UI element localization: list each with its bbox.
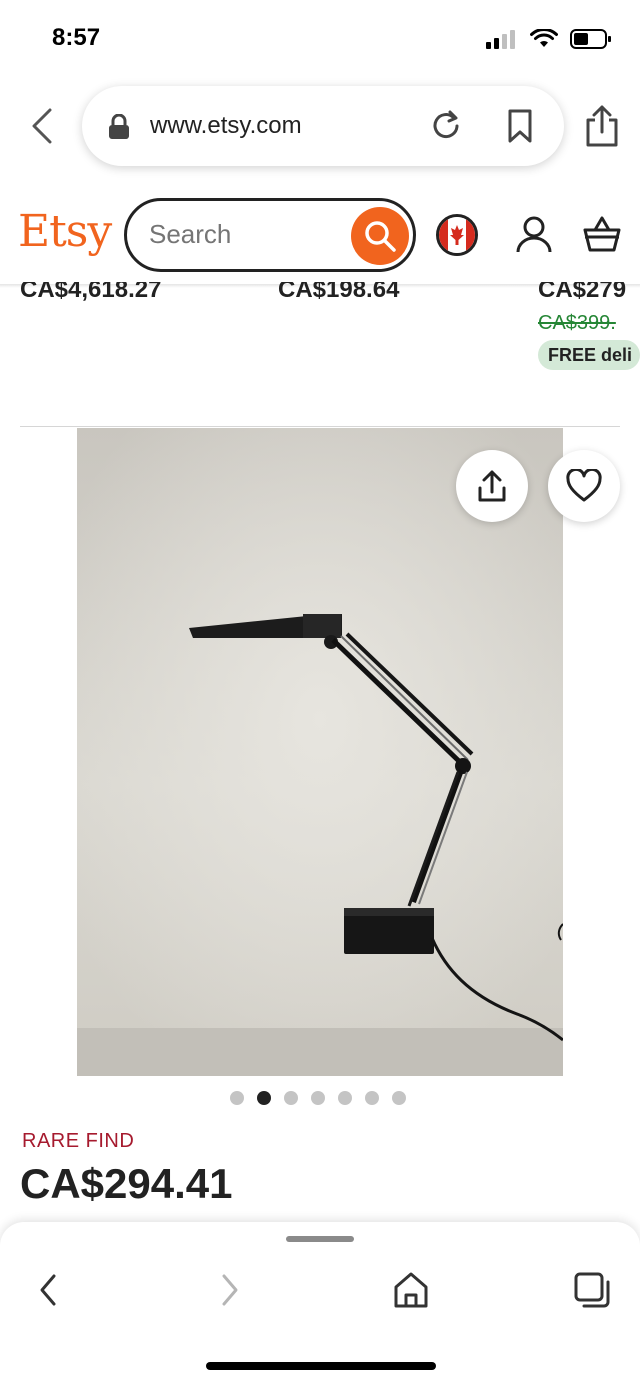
carousel-dots [230,1091,406,1105]
listing-price: CA$294.41 [20,1160,233,1207]
rare-find-label: RARE FIND [22,1130,135,1152]
share-icon[interactable] [584,104,620,148]
prev-listing-price[interactable]: CA$4,618.27 [20,282,260,304]
home-icon[interactable] [392,1270,430,1310]
divider [20,426,620,427]
carousel-dot[interactable] [365,1091,379,1105]
home-indicator [206,1362,436,1370]
wifi-icon [530,29,558,47]
cart-icon[interactable] [582,214,622,254]
carousel-dot[interactable] [392,1091,406,1105]
search-input[interactable] [149,219,339,250]
status-time: 8:57 [52,24,101,51]
product-image[interactable] [77,428,563,1076]
canada-flag-icon [439,217,475,253]
carousel-dot[interactable] [338,1091,352,1105]
share-listing-button[interactable] [456,450,528,522]
prev-listing-price[interactable]: CA$198.64 [278,282,518,304]
carousel-dot[interactable] [230,1091,244,1105]
back-icon[interactable] [32,1270,64,1310]
original-price: CA$399. [538,312,616,334]
search-button[interactable] [351,207,409,265]
lock-icon [109,114,129,139]
back-arrow-icon[interactable] [24,106,64,146]
carousel-dot[interactable] [284,1091,298,1105]
favorite-button[interactable] [548,450,620,522]
status-icons [486,28,612,50]
etsy-logo[interactable]: Etsy [18,206,112,257]
share-icon [478,470,506,502]
prev-listing-price[interactable]: CA$279 [538,282,640,304]
reload-icon[interactable] [428,108,464,144]
signal-icon [486,30,515,49]
toolbar-handle[interactable] [286,1236,354,1242]
region-button[interactable] [436,214,478,256]
search-icon [365,221,396,252]
carousel-dot[interactable] [257,1091,271,1105]
heart-icon [566,469,602,502]
profile-icon[interactable] [514,214,554,254]
bookmark-icon[interactable] [504,108,536,144]
tabs-icon[interactable] [572,1270,612,1310]
url-text[interactable]: www.etsy.com [150,112,302,140]
battery-icon [570,29,611,49]
carousel-dot[interactable] [311,1091,325,1105]
free-delivery-badge: FREE deli [538,340,640,370]
forward-icon[interactable] [214,1270,246,1310]
search-box[interactable] [124,198,416,272]
